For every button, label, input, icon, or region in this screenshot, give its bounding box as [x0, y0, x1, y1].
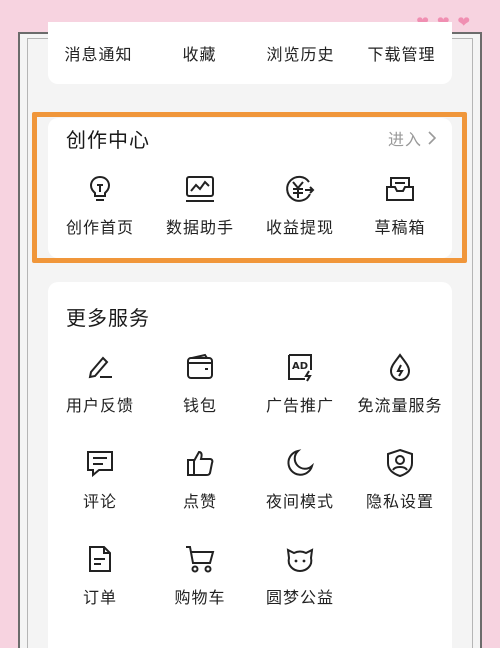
night-mode-label: 夜间模式: [265, 492, 334, 511]
shopping-cart-button[interactable]: 购物车: [150, 544, 250, 608]
orders-button[interactable]: 订单: [50, 544, 150, 608]
charity-button[interactable]: 圆梦公益: [250, 544, 350, 608]
more-services-title: 更多服务: [66, 306, 150, 330]
ad-promotion-label: 广告推广: [265, 396, 334, 415]
orders-label: 订单: [82, 588, 117, 607]
charity-cat-icon: [286, 548, 314, 573]
charity-label: 圆梦公益: [265, 588, 334, 607]
notifications-link[interactable]: 消息通知: [48, 41, 149, 65]
svg-text:AD: AD: [292, 361, 308, 372]
moon-icon: [287, 449, 314, 476]
shopping-cart-label: 购物车: [174, 588, 226, 607]
comments-label: 评论: [82, 492, 117, 511]
wallet-label: 钱包: [182, 396, 217, 415]
comment-icon: [87, 451, 113, 478]
cart-icon: [186, 546, 215, 573]
likes-label: 点赞: [182, 492, 217, 511]
ad-icon: AD: [288, 354, 312, 382]
free-data-service-label: 免流量服务: [357, 396, 443, 415]
comments-button[interactable]: 评论: [50, 448, 150, 512]
favorites-link[interactable]: 收藏: [149, 41, 250, 65]
creation-center-highlight: [32, 112, 467, 263]
free-data-service-button[interactable]: 免流量服务: [350, 352, 450, 416]
order-icon: [89, 546, 111, 572]
user-feedback-label: 用户反馈: [65, 396, 134, 415]
data-drop-icon: [389, 353, 411, 381]
privacy-settings-button[interactable]: 隐私设置: [350, 448, 450, 512]
night-mode-button[interactable]: 夜间模式: [250, 448, 350, 512]
downloads-link[interactable]: 下载管理: [351, 41, 452, 65]
wallet-icon: [187, 353, 213, 379]
thumbs-up-icon: [187, 450, 214, 476]
ad-promotion-button[interactable]: AD 广告推广: [250, 352, 350, 416]
top-shortcuts-card: 消息通知 收藏 浏览历史 下载管理: [48, 22, 452, 84]
history-link[interactable]: 浏览历史: [250, 41, 351, 65]
wallet-button[interactable]: 钱包: [150, 352, 250, 416]
pencil-icon: [88, 356, 112, 379]
likes-button[interactable]: 点赞: [150, 448, 250, 512]
privacy-settings-label: 隐私设置: [365, 492, 434, 511]
heart-icon: ❤: [457, 13, 470, 31]
more-services-card: 更多服务 用户反馈 钱包 AD 广告推广 免流量服务 评论 点赞 夜间模式 隐私…: [48, 282, 452, 648]
shield-user-icon: [387, 448, 413, 478]
user-feedback-button[interactable]: 用户反馈: [50, 352, 150, 416]
